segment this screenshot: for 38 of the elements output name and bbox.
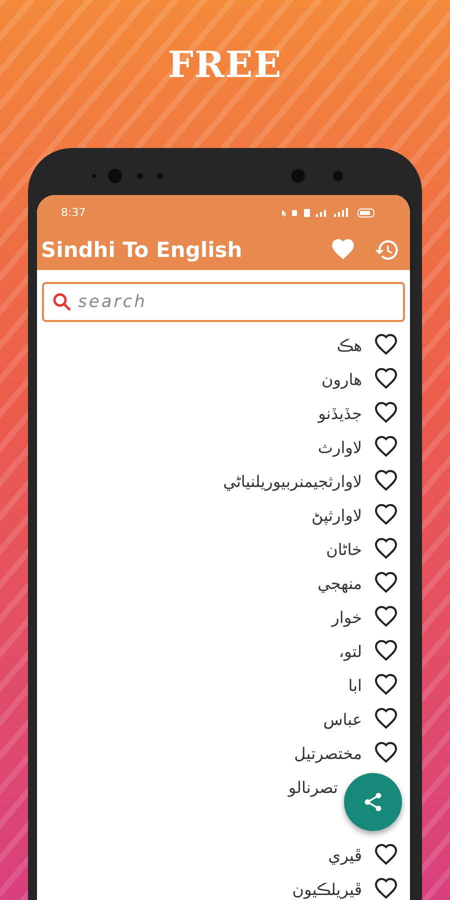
status-time: 8:37 xyxy=(61,206,86,219)
favorite-heart-icon[interactable] xyxy=(374,333,398,357)
promo-title: FREE xyxy=(168,44,282,88)
share-icon xyxy=(362,791,384,813)
favorite-heart-icon[interactable] xyxy=(374,367,398,391)
favorite-heart-icon[interactable] xyxy=(374,673,398,697)
word-text[interactable]: خاڻان xyxy=(326,540,362,558)
share-button[interactable] xyxy=(344,773,402,831)
word-text[interactable]: ابا xyxy=(348,676,362,694)
word-text[interactable]: ڦيري xyxy=(328,846,362,864)
favorite-heart-icon[interactable] xyxy=(374,571,398,595)
word-text[interactable]: ڦيريلڪيون xyxy=(292,880,362,898)
favorite-heart-icon[interactable] xyxy=(374,435,398,459)
favorite-heart-icon[interactable] xyxy=(374,741,398,765)
word-text[interactable]: هڪ xyxy=(336,336,362,354)
word-text[interactable]: لاوارثجيمنربيوريلنياڻي xyxy=(223,472,362,490)
favorite-heart-icon[interactable] xyxy=(374,469,398,493)
word-text[interactable]: لاوارثپڻ xyxy=(312,506,362,524)
favorite-heart-icon[interactable] xyxy=(374,605,398,629)
word-text[interactable]: مختصرتيل xyxy=(294,744,362,762)
app-title: Sindhi To English xyxy=(41,238,244,262)
word-text[interactable]: تصرنالو xyxy=(288,778,338,796)
word-text[interactable]: هارون xyxy=(321,370,362,388)
favorite-heart-icon[interactable] xyxy=(374,639,398,663)
search-field[interactable]: search xyxy=(42,282,405,322)
favorite-heart-icon[interactable] xyxy=(374,877,398,900)
favorite-heart-icon[interactable] xyxy=(374,843,398,867)
word-text[interactable]: منهجي xyxy=(318,574,362,592)
favorite-heart-icon[interactable] xyxy=(374,707,398,731)
favorite-heart-icon[interactable] xyxy=(374,401,398,425)
word-text[interactable]: جڏيڏنو xyxy=(318,404,362,422)
word-text[interactable]: لاوارث xyxy=(318,438,362,456)
search-icon xyxy=(52,292,72,312)
word-text[interactable]: لتو، xyxy=(338,642,362,660)
word-text[interactable]: عباس xyxy=(323,710,362,728)
word-text[interactable]: خوار xyxy=(332,608,362,626)
favorite-heart-icon[interactable] xyxy=(374,537,398,561)
favorite-heart-icon[interactable] xyxy=(374,503,398,527)
